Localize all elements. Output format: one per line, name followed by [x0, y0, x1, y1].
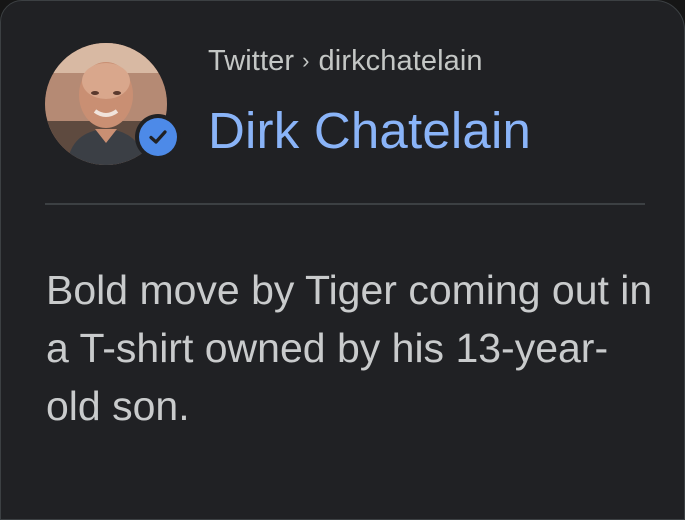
- source-site: Twitter: [208, 45, 295, 77]
- breadcrumb-separator: ›: [302, 48, 310, 73]
- tweet-text: Bold move by Tiger coming out in a T-shi…: [46, 267, 653, 429]
- twitter-handle: dirkchatelain: [318, 45, 483, 77]
- verified-badge: [135, 114, 181, 160]
- tweet-result-card[interactable]: Twitter › dirkchatelain Dirk Chatelain Bol…: [0, 0, 685, 520]
- breadcrumb: Twitter › dirkchatelain: [208, 45, 483, 78]
- author-name-link[interactable]: Dirk Chatelain: [208, 101, 531, 160]
- divider: [45, 203, 645, 205]
- checkmark-icon: [139, 118, 177, 156]
